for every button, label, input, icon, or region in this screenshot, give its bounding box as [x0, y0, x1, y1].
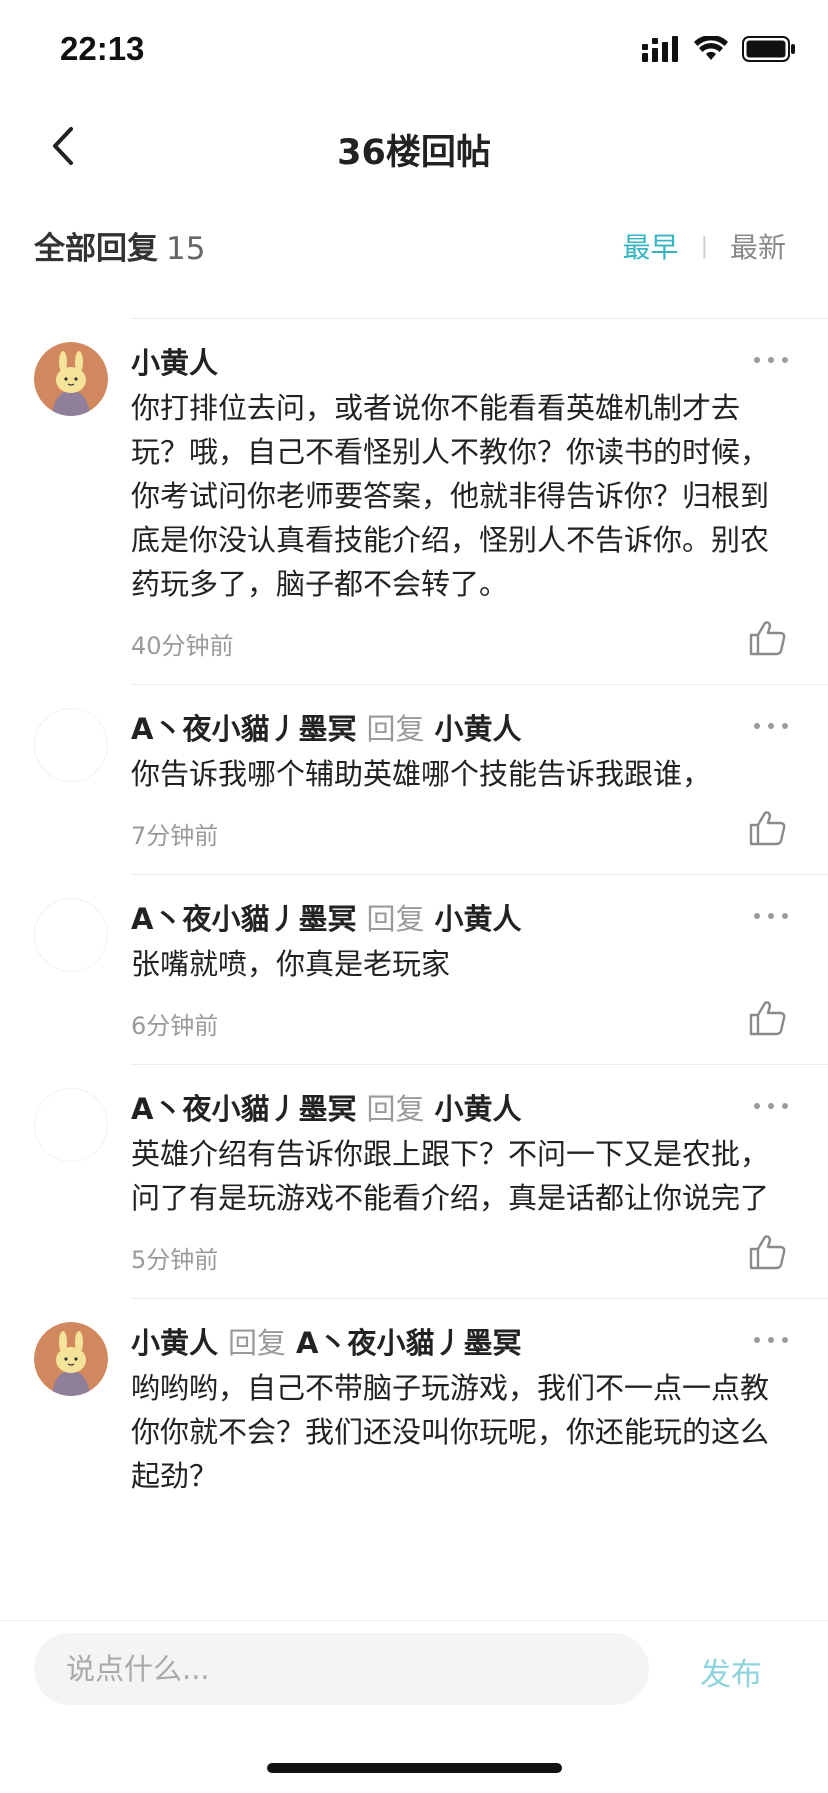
comment-text: 张嘴就喷，你真是老玩家: [131, 947, 451, 981]
wifi-icon: [694, 36, 728, 60]
more-options-button[interactable]: [754, 716, 788, 736]
status-icons: [642, 36, 796, 62]
home-indicator[interactable]: [267, 1763, 562, 1773]
like-button[interactable]: [748, 1232, 788, 1272]
comment-author[interactable]: A丶夜小貓丿墨冥: [131, 706, 356, 748]
comment-time: 5分钟前: [131, 1246, 219, 1274]
more-dot: [782, 1337, 788, 1343]
bottom-input-bar: 发布: [0, 1620, 828, 1793]
thumbs-up-icon: [749, 1001, 786, 1036]
more-options-button[interactable]: [754, 1330, 788, 1350]
more-dot: [768, 723, 774, 729]
more-dot: [782, 723, 788, 729]
more-options-button[interactable]: [754, 1096, 788, 1116]
more-dots-icon: [754, 357, 760, 363]
publish-button[interactable]: 发布: [700, 1649, 762, 1694]
bunny-avatar-icon: [34, 1322, 108, 1396]
comment-input[interactable]: [34, 1633, 649, 1705]
like-button[interactable]: [748, 618, 788, 658]
comment-footer: 7分钟前: [131, 796, 788, 874]
comment-item: 小黄人 回复 A丶夜小貓丿墨冥 哟哟哟，自己不带脑子玩游戏，我们不一点一点教你你…: [0, 1298, 828, 1498]
page-title: 36楼回帖: [337, 133, 491, 173]
comment-footer: 6分钟前: [131, 986, 788, 1064]
reply-count-heading: 全部回复 15: [34, 223, 205, 268]
comment-time: 6分钟前: [131, 1012, 219, 1040]
comment-footer: 40分钟前: [131, 606, 788, 684]
reply-label: 回复: [366, 1092, 425, 1126]
avatar[interactable]: [34, 708, 108, 782]
status-bar: 22:13: [0, 0, 828, 100]
thumbs-up-icon: [749, 811, 786, 846]
comment-header: 小黄人: [131, 340, 788, 382]
divider: [131, 1298, 828, 1299]
avatar[interactable]: [34, 1088, 108, 1162]
more-dots-icon: [754, 723, 760, 729]
more-options-button[interactable]: [754, 906, 788, 926]
sort-earliest-button[interactable]: 最早: [623, 226, 679, 266]
reply-target[interactable]: 小黄人: [434, 1086, 521, 1128]
nav-bar: 36楼回帖: [0, 100, 828, 195]
reply-target[interactable]: 小黄人: [434, 896, 521, 938]
like-button[interactable]: [748, 998, 788, 1038]
avatar[interactable]: [34, 898, 108, 972]
comment-text: 英雄介绍有告诉你跟上跟下？不问一下又是农批，问了有是玩游戏不能看介绍，真是话都让…: [131, 1137, 770, 1215]
comment-header: A丶夜小貓丿墨冥 回复 小黄人: [131, 706, 788, 748]
more-dot: [782, 1103, 788, 1109]
comment-author[interactable]: A丶夜小貓丿墨冥: [131, 1086, 356, 1128]
divider: [131, 1064, 828, 1065]
comment-list: 小黄人 你打排位去问，或者说你不能看看英雄机制才去玩？哦，自己不看怪别人不教你？…: [0, 318, 828, 1618]
reply-header: 全部回复 15 最早 | 最新: [0, 215, 828, 275]
comment-text: 哟哟哟，自己不带脑子玩游戏，我们不一点一点教你你就不会？我们还没叫你玩呢，你还能…: [131, 1371, 770, 1493]
reply-target[interactable]: 小黄人: [434, 706, 521, 748]
divider: [131, 874, 828, 875]
comment-text: 你告诉我哪个辅助英雄哪个技能告诉我跟谁，: [131, 757, 712, 791]
more-dots-icon: [754, 1103, 760, 1109]
reply-label: 回复: [366, 902, 425, 936]
comment-author[interactable]: A丶夜小貓丿墨冥: [131, 896, 356, 938]
more-dot: [768, 913, 774, 919]
sort-latest-button[interactable]: 最新: [730, 226, 786, 266]
avatar[interactable]: [34, 342, 108, 416]
comment-header: A丶夜小貓丿墨冥 回复 小黄人: [131, 1086, 788, 1128]
avatar[interactable]: [34, 1322, 108, 1396]
comment-item: 小黄人 你打排位去问，或者说你不能看看英雄机制才去玩？哦，自己不看怪别人不教你？…: [0, 318, 828, 684]
more-dot: [768, 1337, 774, 1343]
thumbs-up-icon: [749, 1235, 786, 1270]
sort-options: 最早 | 最新: [623, 226, 786, 266]
comment-header: A丶夜小貓丿墨冥 回复 小黄人: [131, 896, 788, 938]
comment-author[interactable]: 小黄人: [131, 1320, 218, 1362]
like-button[interactable]: [748, 808, 788, 848]
bunny-avatar-icon: [34, 342, 108, 416]
comment-header: 小黄人 回复 A丶夜小貓丿墨冥: [131, 1320, 788, 1362]
divider: [131, 684, 828, 685]
sort-divider: |: [700, 233, 708, 259]
comment-author[interactable]: 小黄人: [131, 340, 218, 382]
comment-item: A丶夜小貓丿墨冥 回复 小黄人 张嘴就喷，你真是老玩家 6分钟前: [0, 874, 828, 1064]
reply-label: 回复: [366, 712, 425, 746]
comment-footer: 5分钟前: [131, 1220, 788, 1298]
cellular-signal-icon: [642, 36, 678, 62]
more-dot: [782, 357, 788, 363]
comment-item: A丶夜小貓丿墨冥 回复 小黄人 英雄介绍有告诉你跟上跟下？不问一下又是农批，问了…: [0, 1064, 828, 1298]
comment-time: 7分钟前: [131, 822, 219, 850]
comment-time: 40分钟前: [131, 632, 234, 660]
reply-target[interactable]: A丶夜小貓丿墨冥: [296, 1320, 521, 1362]
comment-item: A丶夜小貓丿墨冥 回复 小黄人 你告诉我哪个辅助英雄哪个技能告诉我跟谁， 7分钟…: [0, 684, 828, 874]
divider: [131, 318, 828, 319]
more-dot: [768, 1103, 774, 1109]
battery-icon: [742, 36, 795, 62]
thumbs-up-icon: [749, 621, 786, 656]
status-time: 22:13: [60, 30, 145, 67]
reply-count: 15: [166, 231, 206, 267]
more-dots-icon: [754, 1337, 760, 1343]
all-replies-label: 全部回复: [34, 231, 158, 267]
more-dots-icon: [754, 913, 760, 919]
more-options-button[interactable]: [754, 350, 788, 370]
comment-text: 你打排位去问，或者说你不能看看英雄机制才去玩？哦，自己不看怪别人不教你？你读书的…: [131, 391, 770, 601]
more-dot: [768, 357, 774, 363]
more-dot: [782, 913, 788, 919]
reply-label: 回复: [228, 1326, 287, 1360]
